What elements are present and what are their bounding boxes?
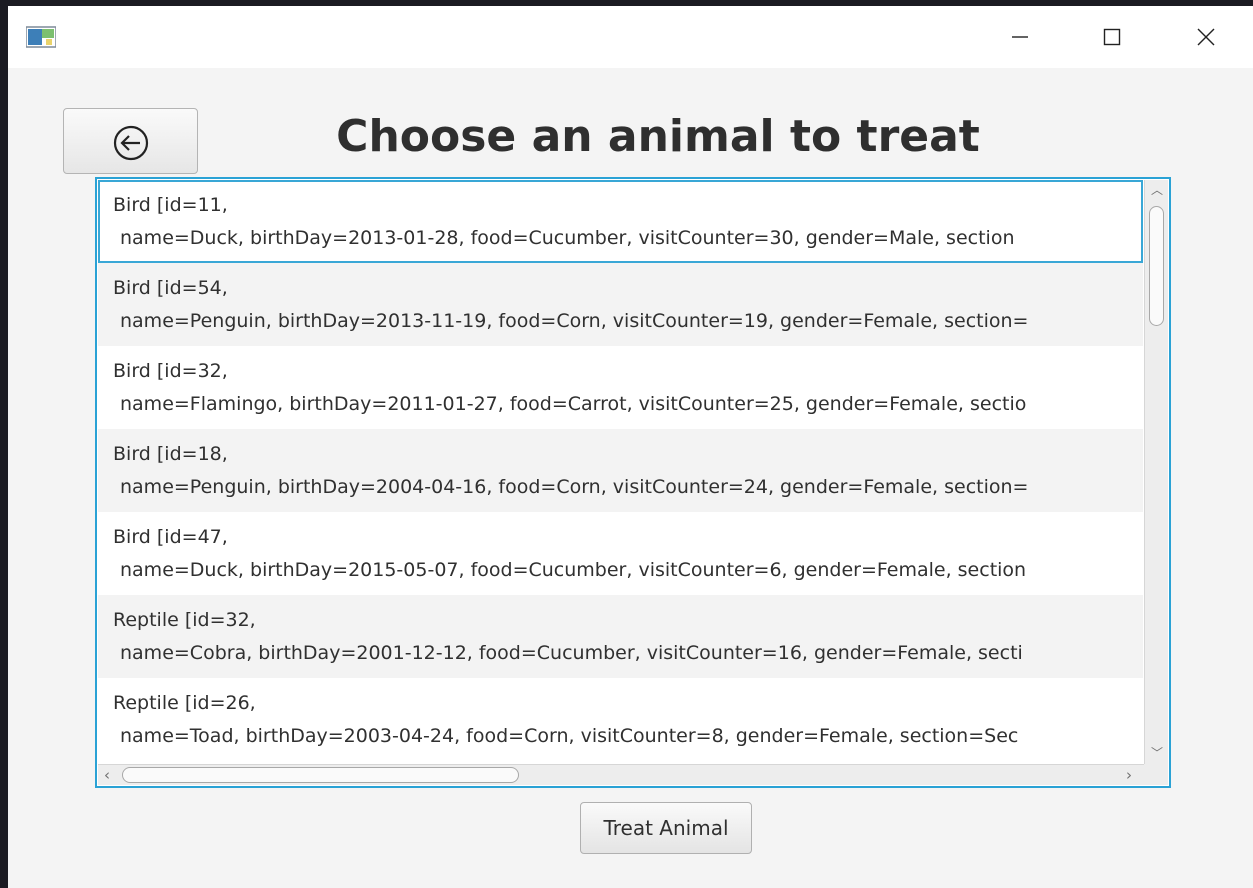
list-item-line1: Reptile [id=26, bbox=[113, 692, 256, 714]
list-item-line1: Reptile [id=32, bbox=[113, 609, 256, 631]
list-item-line2: name=Duck, birthDay=2015-05-07, food=Cuc… bbox=[120, 559, 1027, 581]
list-item-line1: Bird [id=54, bbox=[113, 277, 228, 299]
maximize-button[interactable] bbox=[1066, 6, 1158, 68]
maximize-icon bbox=[1103, 28, 1121, 46]
scroll-right-icon[interactable]: › bbox=[1126, 768, 1132, 783]
minimize-icon bbox=[1012, 36, 1028, 38]
treat-animal-button[interactable]: Treat Animal bbox=[580, 802, 752, 854]
title-bar bbox=[8, 6, 1253, 68]
back-arrow-circle-icon bbox=[113, 125, 149, 161]
list-item-line2: name=Toad, birthDay=2003-04-24, food=Cor… bbox=[120, 725, 1019, 747]
horizontal-scrollbar[interactable]: ‹ › bbox=[98, 764, 1144, 785]
horizontal-scroll-thumb[interactable] bbox=[122, 767, 519, 783]
app-window: Choose an animal to treat Bird [id=11, na… bbox=[8, 6, 1253, 888]
app-window-icon bbox=[25, 26, 57, 48]
list-item-line1: Bird [id=18, bbox=[113, 443, 228, 465]
list-item-line2: name=Penguin, birthDay=2013-11-19, food=… bbox=[120, 310, 1029, 332]
animal-list[interactable]: Bird [id=11, name=Duck, birthDay=2013-01-… bbox=[95, 177, 1171, 788]
list-item-line2: name=Penguin, birthDay=2004-04-16, food=… bbox=[120, 476, 1029, 498]
minimize-button[interactable] bbox=[974, 6, 1066, 68]
list-item[interactable]: Bird [id=54, name=Penguin, birthDay=2013-… bbox=[98, 263, 1143, 346]
animal-list-viewport: Bird [id=11, name=Duck, birthDay=2013-01-… bbox=[98, 180, 1143, 764]
list-item[interactable]: Bird [id=11, name=Duck, birthDay=2013-01-… bbox=[98, 180, 1143, 263]
list-item-line1: Bird [id=11, bbox=[113, 194, 228, 216]
back-button[interactable] bbox=[63, 108, 198, 174]
list-item[interactable]: Bird [id=32, name=Flamingo, birthDay=2011… bbox=[98, 346, 1143, 429]
scrollbar-corner bbox=[1144, 764, 1168, 785]
list-item-line1: Bird [id=47, bbox=[113, 526, 228, 548]
list-item-line2: name=Duck, birthDay=2013-01-28, food=Cuc… bbox=[120, 227, 1015, 249]
scroll-down-icon[interactable]: ﹀ bbox=[1151, 746, 1163, 760]
list-item-line1: Bird [id=32, bbox=[113, 360, 228, 382]
list-item-line2: name=Flamingo, birthDay=2011-01-27, food… bbox=[120, 393, 1027, 415]
vertical-scroll-thumb[interactable] bbox=[1149, 206, 1164, 326]
list-item[interactable]: Reptile [id=32, name=Cobra, birthDay=2001… bbox=[98, 595, 1143, 678]
list-item-line2: name=Cobra, birthDay=2001-12-12, food=Cu… bbox=[120, 642, 1023, 664]
close-button[interactable] bbox=[1160, 6, 1252, 68]
scroll-up-icon[interactable]: ︿ bbox=[1151, 183, 1163, 197]
list-item[interactable]: Bird [id=47, name=Duck, birthDay=2015-05-… bbox=[98, 512, 1143, 595]
page-title: Choose an animal to treat bbox=[336, 111, 980, 162]
vertical-scrollbar[interactable]: ︿ ﹀ bbox=[1144, 180, 1168, 764]
close-icon bbox=[1197, 28, 1215, 46]
list-item[interactable]: Bird [id=18, name=Penguin, birthDay=2004-… bbox=[98, 429, 1143, 512]
scroll-left-icon[interactable]: ‹ bbox=[104, 768, 110, 783]
list-item[interactable]: Reptile [id=26, name=Toad, birthDay=2003-… bbox=[98, 678, 1143, 761]
